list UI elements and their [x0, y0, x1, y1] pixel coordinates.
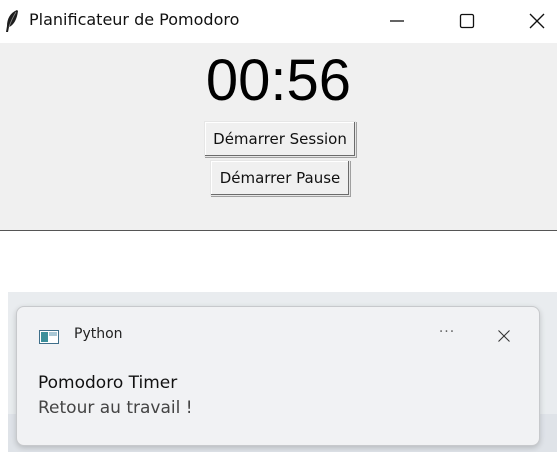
notification-app-name: Python [74, 326, 123, 342]
minimize-button[interactable] [374, 0, 420, 43]
start-session-button[interactable]: Démarrer Session [204, 121, 356, 157]
close-icon [498, 330, 510, 342]
notification-title: Pomodoro Timer [38, 373, 178, 393]
maximize-button[interactable] [444, 0, 490, 43]
notification-close-button[interactable] [493, 325, 515, 347]
feather-icon [4, 9, 20, 33]
python-app-icon [39, 329, 59, 344]
titlebar[interactable]: Planificateur de Pomodoro [0, 0, 557, 43]
start-pause-button[interactable]: Démarrer Pause [210, 160, 350, 196]
notification-message: Retour au travail ! [38, 398, 193, 418]
maximize-icon [459, 13, 475, 29]
close-button[interactable] [514, 0, 557, 43]
window-title: Planificateur de Pomodoro [29, 10, 240, 29]
pomodoro-window: Planificateur de Pomodoro 00:56 Démarrer… [0, 0, 557, 231]
close-icon [529, 13, 545, 29]
notification-toast[interactable]: Python ··· Pomodoro Timer Retour au trav… [16, 306, 540, 446]
minimize-icon [390, 20, 404, 22]
timer-display: 00:56 [205, 48, 352, 113]
more-options-icon[interactable]: ··· [433, 323, 461, 345]
desktop-gap [0, 231, 557, 292]
